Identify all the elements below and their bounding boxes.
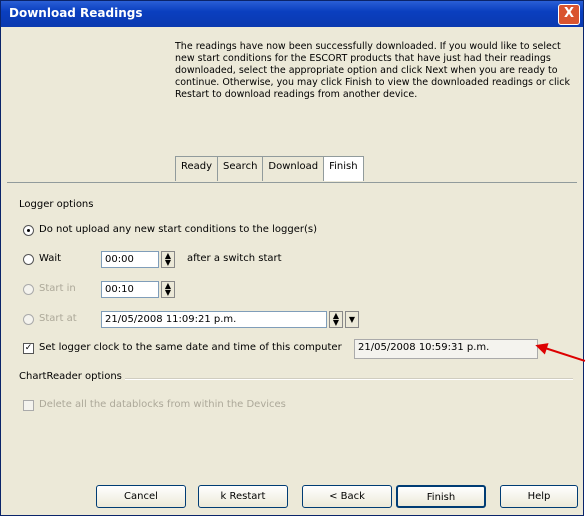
finish-button[interactable]: Finish [396, 485, 486, 508]
description-text: The readings have now been successfully … [175, 41, 570, 100]
delete-datablocks-checkbox[interactable] [23, 400, 34, 411]
chartreader-options-heading: ChartReader options [19, 371, 122, 382]
tab-download[interactable]: Download [262, 156, 325, 181]
tab-finish[interactable]: Finish [323, 156, 364, 181]
start-in-input[interactable]: 00:10 [101, 281, 159, 298]
restart-button[interactable]: k Restart [198, 485, 288, 508]
wizard-tabs: Ready Search Download Finish [175, 156, 364, 182]
wait-label: Wait [39, 253, 62, 264]
wait-time-input[interactable]: 00:00 [101, 251, 159, 268]
tab-ready[interactable]: Ready [175, 156, 219, 181]
download-readings-window: Download Readings X The readings have no… [0, 0, 584, 516]
set-clock-label: Set logger clock to the same date and ti… [39, 342, 342, 353]
start-in-label: Start in [39, 283, 76, 294]
wait-spinner[interactable]: ▲ ▼ [161, 251, 175, 268]
close-button[interactable]: X [558, 4, 580, 25]
start-at-input[interactable]: 21/05/2008 11:09:21 p.m. [101, 311, 327, 328]
cancel-button[interactable]: Cancel [96, 485, 186, 508]
wait-radio[interactable] [23, 254, 34, 265]
start-at-label: Start at [39, 313, 77, 324]
chartreader-divider [125, 378, 573, 380]
back-button[interactable]: < Back [302, 485, 392, 508]
after-switch-label: after a switch start [187, 253, 282, 264]
tab-search[interactable]: Search [217, 156, 264, 181]
delete-datablocks-label: Delete all the datablocks from within th… [39, 399, 286, 410]
no-upload-radio[interactable] [23, 225, 34, 236]
no-upload-label: Do not upload any new start conditions t… [39, 224, 317, 235]
window-title: Download Readings [9, 6, 143, 20]
tab-divider [7, 182, 577, 183]
start-at-dropdown[interactable]: ▼ [345, 311, 359, 328]
start-in-spinner[interactable]: ▲ ▼ [161, 281, 175, 298]
title-bar[interactable]: Download Readings X [1, 1, 583, 27]
start-at-spinner[interactable]: ▲ ▼ [329, 311, 343, 328]
computer-clock-display: 21/05/2008 10:59:31 p.m. [354, 339, 538, 359]
help-button[interactable]: Help [500, 485, 578, 508]
logger-options-heading: Logger options [19, 199, 94, 210]
start-in-radio[interactable] [23, 284, 34, 295]
set-clock-checkbox[interactable]: ✓ [23, 343, 34, 354]
start-at-radio[interactable] [23, 314, 34, 325]
